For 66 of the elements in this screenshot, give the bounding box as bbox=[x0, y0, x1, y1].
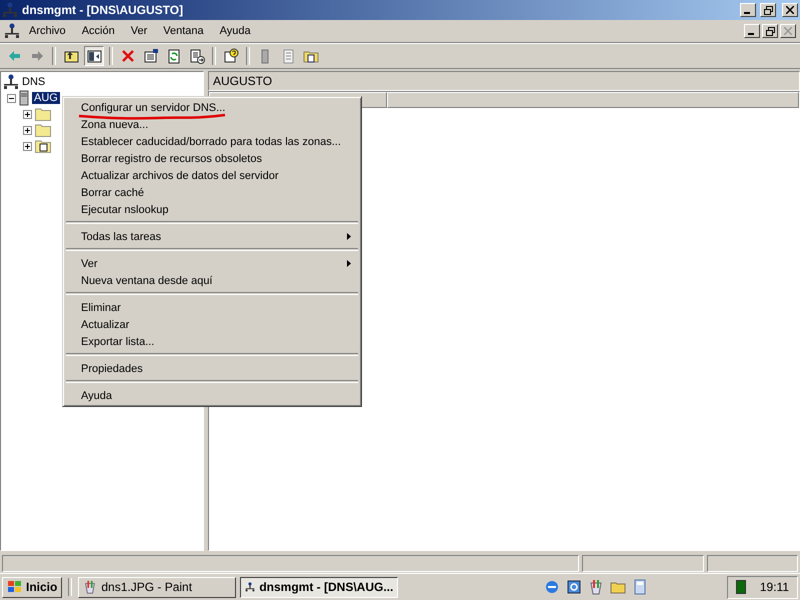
windows-logo bbox=[7, 580, 23, 594]
menu-item[interactable]: Configurar un servidor DNS... bbox=[65, 99, 359, 116]
calculator-icon[interactable] bbox=[632, 579, 648, 595]
properties-icon bbox=[143, 48, 159, 64]
export-icon bbox=[189, 48, 205, 64]
menu-item[interactable]: Actualizar bbox=[65, 316, 359, 333]
network-icon bbox=[3, 74, 19, 90]
close-button[interactable] bbox=[780, 24, 796, 38]
close-button[interactable] bbox=[782, 3, 798, 17]
menu-item[interactable]: Ventana bbox=[156, 23, 211, 39]
window-title: dnsmgmt - [DNS\AUGUSTO] bbox=[22, 3, 184, 17]
document-icon bbox=[4, 23, 20, 39]
menu-item[interactable]: Propiedades bbox=[65, 360, 359, 377]
panel-button[interactable] bbox=[84, 46, 104, 66]
restore-icon bbox=[764, 6, 772, 14]
menu-item[interactable]: Ver bbox=[65, 255, 359, 272]
clock: 19:11 bbox=[760, 580, 789, 594]
pane-title: AUGUSTO bbox=[213, 74, 272, 88]
network-status-icon[interactable] bbox=[736, 580, 746, 594]
folder-icon bbox=[35, 107, 51, 121]
server-icon bbox=[19, 90, 29, 106]
menu-item[interactable]: Eliminar bbox=[65, 299, 359, 316]
expand-toggle[interactable] bbox=[23, 126, 32, 134]
forward-arrow-icon bbox=[29, 48, 45, 64]
submenu-arrow-icon bbox=[347, 260, 351, 267]
expand-toggle[interactable] bbox=[23, 142, 32, 150]
minimize-button[interactable] bbox=[740, 3, 756, 17]
menu-item[interactable]: Exportar lista... bbox=[65, 333, 359, 350]
menu-item[interactable]: Nueva ventana desde aquí bbox=[65, 272, 359, 289]
menu-item[interactable]: Archivo bbox=[22, 23, 73, 39]
paint-icon[interactable] bbox=[588, 579, 604, 595]
minimize-button[interactable] bbox=[744, 24, 760, 38]
paint-icon bbox=[83, 580, 98, 594]
tree-item[interactable]: DNS bbox=[22, 76, 46, 88]
menu-item[interactable]: Ejecutar nslookup bbox=[65, 201, 359, 218]
expand-toggle[interactable] bbox=[23, 110, 32, 118]
menu-item[interactable]: Todas las tareas bbox=[65, 228, 359, 245]
help-icon bbox=[223, 48, 239, 64]
menu-item[interactable]: Ayuda bbox=[212, 23, 258, 39]
menu-item[interactable]: Ver bbox=[124, 23, 154, 39]
menu-item[interactable]: Borrar registro de recursos obsoletos bbox=[65, 150, 359, 167]
taskbar-button[interactable]: dns1.JPG - Paint bbox=[78, 576, 236, 598]
mail-icon[interactable] bbox=[566, 579, 582, 595]
menu-item[interactable]: Acción bbox=[74, 23, 122, 39]
app-icon bbox=[2, 2, 18, 18]
taskbar-button[interactable]: dnsmgmt - [DNS\AUG... bbox=[240, 576, 398, 598]
menu-item[interactable]: Borrar caché bbox=[65, 184, 359, 201]
menu-item[interactable]: Establecer caducidad/borrado para todas las zonas... bbox=[65, 133, 359, 150]
refresh-icon bbox=[166, 48, 182, 64]
start-button[interactable]: Inicio bbox=[2, 576, 62, 598]
menu-item[interactable]: Actualizar archivos de datos del servidor bbox=[65, 167, 359, 184]
delete-icon bbox=[120, 48, 136, 64]
restore-button[interactable] bbox=[760, 3, 776, 17]
menu-item[interactable]: Ayuda bbox=[65, 387, 359, 404]
restore-button[interactable] bbox=[762, 24, 778, 38]
collapse-toggle[interactable] bbox=[7, 94, 16, 102]
panel-icon bbox=[86, 48, 102, 64]
restore-icon bbox=[766, 26, 774, 36]
column-header[interactable] bbox=[387, 92, 799, 108]
folder-icon bbox=[35, 123, 51, 137]
close-icon bbox=[786, 6, 794, 14]
tree-item[interactable]: AUG bbox=[32, 92, 60, 104]
submenu-arrow-icon bbox=[347, 233, 351, 240]
menu-item[interactable]: Zona nueva... bbox=[65, 116, 359, 133]
close-icon bbox=[784, 27, 792, 35]
log-folder-icon bbox=[35, 139, 51, 153]
